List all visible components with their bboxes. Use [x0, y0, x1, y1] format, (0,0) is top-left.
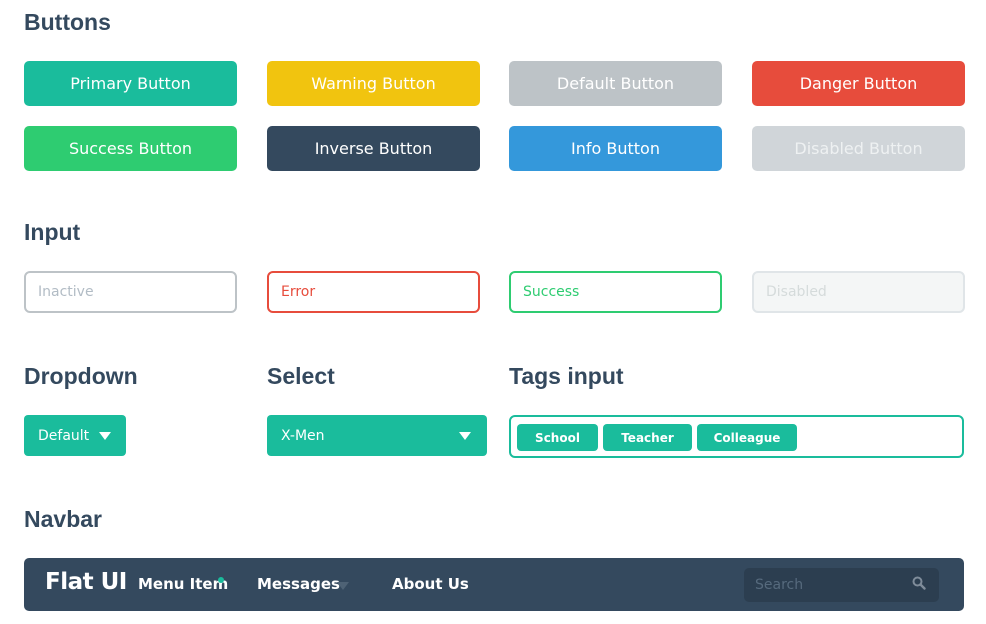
disabled-input	[752, 271, 965, 313]
error-input[interactable]	[267, 271, 480, 313]
section-heading-dropdown: Dropdown	[24, 363, 138, 389]
inactive-input[interactable]	[24, 271, 237, 313]
navbar-search-input[interactable]	[744, 568, 939, 602]
caret-down-icon	[337, 582, 349, 590]
navbar: Flat UI Menu Item Messages About Us	[24, 558, 964, 611]
select-dropdown[interactable]: X-Men	[267, 415, 487, 456]
success-button[interactable]: Success Button	[24, 126, 237, 171]
navbar-brand[interactable]: Flat UI	[45, 569, 127, 595]
select-value: X-Men	[281, 427, 325, 444]
dropdown-label: Default	[38, 427, 90, 444]
dropdown-button[interactable]: Default	[24, 415, 126, 456]
info-button[interactable]: Info Button	[509, 126, 722, 171]
section-heading-select: Select	[267, 363, 335, 389]
notification-dot-icon	[218, 577, 224, 583]
section-heading-input: Input	[24, 219, 81, 245]
search-icon[interactable]	[912, 576, 926, 590]
tag-item[interactable]: School	[517, 424, 598, 451]
danger-button[interactable]: Danger Button	[752, 61, 965, 106]
caret-down-icon	[99, 432, 111, 440]
disabled-button: Disabled Button	[752, 126, 965, 171]
inverse-button[interactable]: Inverse Button	[267, 126, 480, 171]
section-heading-navbar: Navbar	[24, 506, 102, 532]
nav-item-menu[interactable]: Menu Item	[138, 575, 228, 593]
warning-button[interactable]: Warning Button	[267, 61, 480, 106]
tags-input[interactable]: School Teacher Colleague	[509, 415, 964, 458]
default-button[interactable]: Default Button	[509, 61, 722, 106]
caret-down-icon	[459, 432, 471, 440]
nav-item-messages[interactable]: Messages	[257, 575, 340, 593]
tag-item[interactable]: Colleague	[697, 424, 797, 451]
nav-item-about[interactable]: About Us	[392, 575, 469, 593]
tag-item[interactable]: Teacher	[603, 424, 692, 451]
section-heading-buttons: Buttons	[24, 9, 111, 35]
section-heading-tags: Tags input	[509, 363, 624, 389]
success-input[interactable]	[509, 271, 722, 313]
primary-button[interactable]: Primary Button	[24, 61, 237, 106]
